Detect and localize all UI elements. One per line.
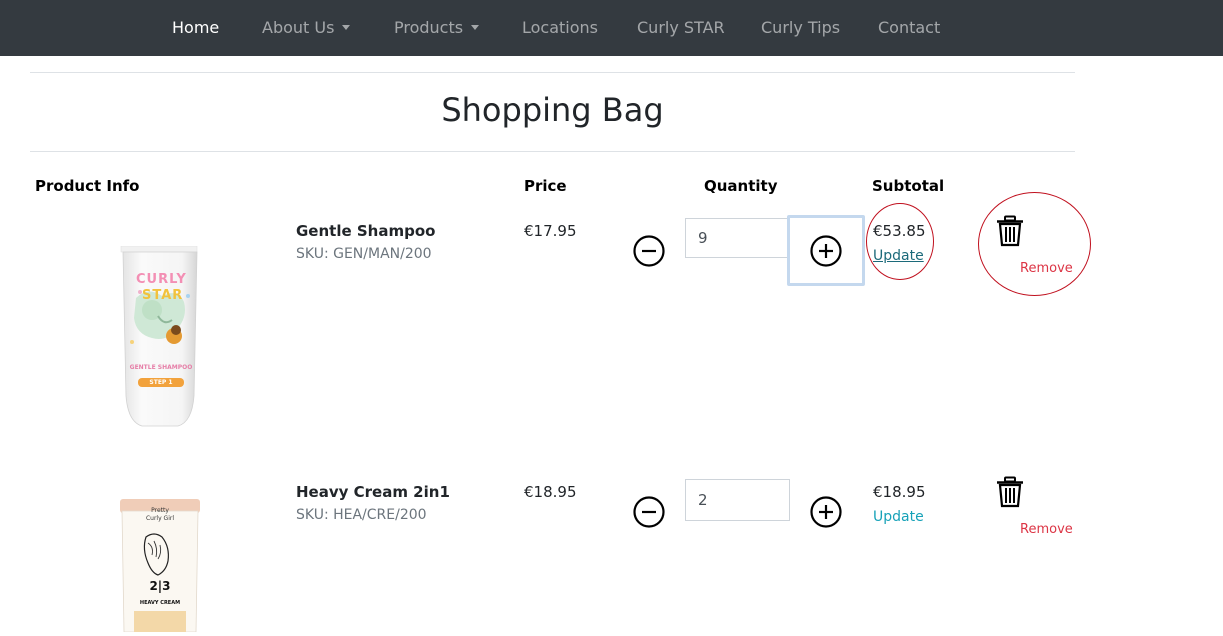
minus-circle-icon xyxy=(633,496,665,528)
minus-circle-icon xyxy=(633,235,665,267)
column-header-subtotal: Subtotal xyxy=(872,177,945,195)
product-image-brand-line1: Pretty xyxy=(151,507,169,514)
quantity-input[interactable] xyxy=(685,479,790,521)
update-quantity-link[interactable]: Update xyxy=(873,247,924,265)
nav-locations-label: Locations xyxy=(522,18,599,37)
nav-curly-tips-label: Curly Tips xyxy=(761,18,841,37)
nav-products-dropdown[interactable]: Products xyxy=(394,0,480,56)
nav-contact-label: Contact xyxy=(878,18,941,37)
nav-home-link[interactable]: Home xyxy=(172,0,219,56)
product-image: Pretty Curly Girl 2|3 HEAVY CREAM xyxy=(118,499,202,633)
product-price: €18.95 xyxy=(524,483,577,501)
product-image-brand-line2: Curly Girl xyxy=(145,515,175,522)
product-sku: SKU: GEN/MAN/200 xyxy=(296,246,432,262)
column-header-product-info: Product Info xyxy=(35,177,140,195)
nav-about-us-label: About Us xyxy=(262,18,335,37)
header-divider-bottom xyxy=(30,151,1075,152)
plus-circle-icon xyxy=(810,496,842,528)
nav-locations-link[interactable]: Locations xyxy=(522,0,598,56)
product-image-step-badge: STEP 1 xyxy=(138,378,184,387)
update-quantity-link[interactable]: Update xyxy=(873,508,924,526)
header-divider-top xyxy=(30,72,1075,73)
product-image-brand-line1: CURLY xyxy=(136,272,187,287)
decrement-quantity-button[interactable] xyxy=(632,234,666,268)
caret-down-icon xyxy=(471,25,480,30)
remove-item-link[interactable]: Remove xyxy=(1020,522,1073,538)
product-name: Heavy Cream 2in1 xyxy=(296,483,450,501)
nav-curly-star-label: Curly STAR xyxy=(637,18,725,37)
nav-products-label: Products xyxy=(394,18,464,37)
nav-contact-link[interactable]: Contact xyxy=(878,0,940,56)
line-subtotal: €18.95 xyxy=(873,483,926,501)
annotation-circle-subtotal xyxy=(866,203,934,280)
nav-curly-star-link[interactable]: Curly STAR xyxy=(637,0,725,56)
nav-home-label: Home xyxy=(172,18,220,37)
remove-item-link[interactable]: Remove xyxy=(1020,261,1073,277)
product-image-product-line: GENTLE SHAMPOO xyxy=(129,364,193,371)
nav-about-us-dropdown[interactable]: About Us xyxy=(262,0,351,56)
product-image-brand-line2: STAR xyxy=(142,288,184,303)
page-title: Shopping Bag xyxy=(441,91,664,129)
column-header-quantity: Quantity xyxy=(704,177,778,195)
product-image-step: 2|3 xyxy=(149,579,171,593)
trash-icon xyxy=(997,215,1023,247)
increment-quantity-button[interactable] xyxy=(809,495,843,529)
decrement-quantity-button[interactable] xyxy=(632,495,666,529)
column-header-price: Price xyxy=(524,177,567,195)
quantity-input[interactable] xyxy=(685,218,788,258)
plus-circle-icon xyxy=(810,234,842,267)
product-sku: SKU: HEA/CRE/200 xyxy=(296,507,427,523)
increment-quantity-button[interactable] xyxy=(787,215,865,286)
remove-item-button[interactable] xyxy=(995,476,1025,508)
product-name: Gentle Shampoo xyxy=(296,222,436,240)
remove-item-button[interactable] xyxy=(995,215,1025,247)
top-navbar: Home About Us Products Locations Curly S… xyxy=(0,0,1223,56)
product-image-product-line: HEAVY CREAM xyxy=(139,600,181,606)
product-price: €17.95 xyxy=(524,222,577,240)
product-image: CURLY STAR GENTLE SHAMPOO STEP 1 xyxy=(118,245,202,428)
trash-icon xyxy=(997,476,1023,508)
line-subtotal: €53.85 xyxy=(873,222,926,240)
nav-curly-tips-link[interactable]: Curly Tips xyxy=(761,0,840,56)
caret-down-icon xyxy=(342,25,351,30)
